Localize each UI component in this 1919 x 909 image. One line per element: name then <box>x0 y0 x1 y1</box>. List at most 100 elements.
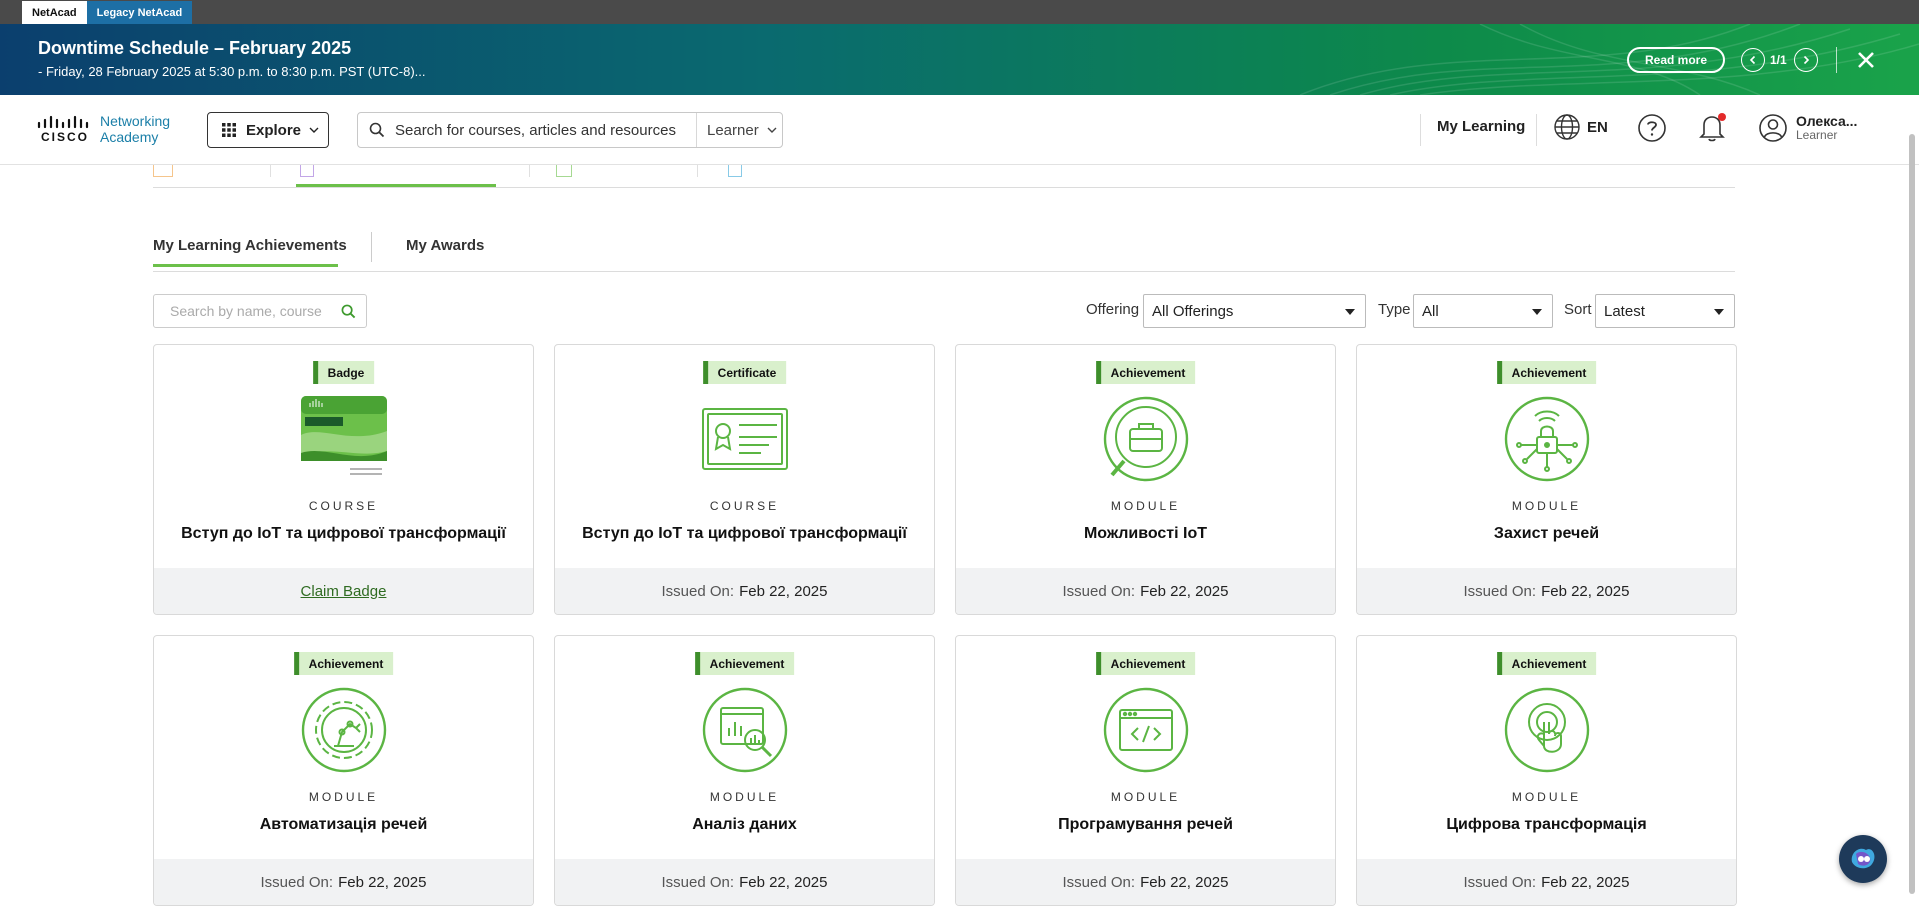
sort-select-value: Latest <box>1604 302 1645 320</box>
type-select[interactable]: All <box>1413 294 1553 328</box>
scrolled-tab-divider <box>529 165 530 177</box>
achievement-card[interactable]: Achievement MODULE Автоматизація речей I… <box>153 635 534 906</box>
caret-down-icon <box>1345 309 1355 315</box>
issued-date: Feb 22, 2025 <box>739 873 828 891</box>
code-window-icon <box>1103 687 1188 773</box>
sort-label: Sort <box>1564 301 1592 318</box>
achievement-card[interactable]: Achievement MODULE Можливості IoT Issued… <box>955 344 1336 615</box>
offering-label: Offering <box>1086 301 1140 318</box>
tab-my-learning-achievements[interactable]: My Learning Achievements <box>153 237 347 267</box>
explore-button[interactable]: Explore <box>207 112 329 148</box>
banner-pager: 1/1 <box>1770 53 1787 67</box>
top-tab-active-indicator <box>296 184 496 187</box>
search-icon[interactable] <box>341 304 356 319</box>
close-banner-button[interactable] <box>1852 46 1880 74</box>
issued-date: Feb 22, 2025 <box>739 582 828 600</box>
scrolled-tab-fragment <box>728 165 742 177</box>
achievement-card[interactable]: Certificate COURSE Вступ до IoT та цифро… <box>554 344 935 615</box>
downtime-banner: Downtime Schedule – February 2025 - Frid… <box>0 24 1919 95</box>
achievement-subtabs: My Learning Achievements My Awards <box>153 232 1735 272</box>
globe-icon <box>1554 114 1580 140</box>
cisco-wordmark: CISCO <box>40 129 89 144</box>
scrolled-tab-divider <box>270 165 271 177</box>
card-footer: Issued On: Feb 22, 2025 <box>1357 568 1736 614</box>
tab-my-awards[interactable]: My Awards <box>406 237 484 254</box>
achievement-card[interactable]: Achievement MODULE Програмування речей I… <box>955 635 1336 906</box>
issued-label: Issued On: <box>1062 873 1136 891</box>
card-title: Вступ до IoT та цифрової трансформації <box>582 525 907 542</box>
card-title: Вступ до IoT та цифрової трансформації <box>181 525 506 542</box>
achievement-card[interactable]: Badge COURSE Вступ до IoT та цифрової тр… <box>153 344 534 615</box>
scrolled-tab-divider <box>697 165 698 177</box>
search-icon <box>369 122 385 138</box>
card-type-tag: Achievement <box>1496 361 1597 384</box>
card-title: Захист речей <box>1493 525 1600 542</box>
achievement-card[interactable]: Achievement MODULE Аналіз даних Issued O… <box>554 635 935 906</box>
chevron-down-icon <box>309 127 319 133</box>
banner-next-button[interactable] <box>1794 48 1818 72</box>
achievement-card[interactable]: Achievement MODULE Захист речей Issued O… <box>1356 344 1737 615</box>
help-button[interactable] <box>1637 113 1667 148</box>
issued-date: Feb 22, 2025 <box>1140 873 1229 891</box>
language-selector[interactable]: EN <box>1553 113 1608 141</box>
sort-select[interactable]: Latest <box>1595 294 1735 328</box>
data-analysis-icon <box>702 687 787 773</box>
role-select[interactable]: Learner <box>696 113 782 147</box>
card-footer: Issued On: Feb 22, 2025 <box>1357 859 1736 905</box>
issued-label: Issued On: <box>661 873 735 891</box>
issued-date: Feb 22, 2025 <box>1541 873 1630 891</box>
banner-prev-button[interactable] <box>1741 48 1765 72</box>
read-more-button[interactable]: Read more <box>1627 47 1725 73</box>
card-footer: Issued On: Feb 22, 2025 <box>956 568 1335 614</box>
notification-dot <box>1718 113 1726 121</box>
claim-badge-link[interactable]: Claim Badge <box>301 583 387 600</box>
caret-down-icon <box>1714 309 1724 315</box>
achievement-search <box>153 294 367 328</box>
card-kind: MODULE <box>308 790 379 804</box>
briefcase-magnifier-icon <box>1103 396 1188 482</box>
user-menu[interactable]: Олекса... Learner <box>1758 113 1857 143</box>
type-label: Type <box>1378 301 1411 318</box>
chevron-down-icon <box>767 127 777 133</box>
cisco-networking-academy-logo[interactable]: CISCO Networking Academy <box>36 113 170 145</box>
card-kind: COURSE <box>709 499 780 513</box>
tab-legacy-netacad[interactable]: Legacy NetAcad <box>86 1 193 24</box>
card-type-tag: Achievement <box>1095 361 1196 384</box>
user-role: Learner <box>1796 128 1838 142</box>
tab-netacad[interactable]: NetAcad <box>22 1 87 24</box>
chevron-left-icon <box>1749 55 1756 65</box>
scrolled-tab-fragment <box>556 165 572 177</box>
card-title: Аналіз даних <box>692 816 797 833</box>
global-search: Learner <box>357 112 783 148</box>
top-tabs-underline <box>153 187 1735 188</box>
card-type-tag: Achievement <box>1095 652 1196 675</box>
scrollbar-thumb[interactable] <box>1909 134 1915 894</box>
scrolled-tab-fragment <box>153 165 173 177</box>
subtab-divider <box>371 232 372 262</box>
lock-network-icon <box>1504 396 1589 482</box>
card-footer: Issued On: Feb 22, 2025 <box>555 859 934 905</box>
page-scrollbar[interactable] <box>1908 124 1916 909</box>
notifications-button[interactable] <box>1697 111 1727 148</box>
card-title: Програмування речей <box>1058 816 1233 833</box>
caret-down-icon <box>1532 309 1542 315</box>
explore-label: Explore <box>246 121 302 139</box>
achievement-card[interactable]: Achievement MODULE Цифрова трансформація… <box>1356 635 1737 906</box>
offering-select[interactable]: All Offerings <box>1143 294 1366 328</box>
issued-label: Issued On: <box>1062 582 1136 600</box>
chat-assistant-icon <box>1851 848 1875 869</box>
role-select-value: Learner <box>707 121 759 139</box>
assistant-chat-button[interactable] <box>1839 835 1887 883</box>
user-name: Олекса... <box>1796 113 1858 129</box>
global-search-input[interactable] <box>395 121 695 139</box>
achievement-search-input[interactable] <box>170 303 330 319</box>
my-learning-link[interactable]: My Learning <box>1437 118 1525 135</box>
cisco-bridge-icon <box>37 115 89 128</box>
card-title: Автоматизація речей <box>259 816 428 833</box>
environment-switcher: NetAcad Legacy NetAcad <box>0 0 1919 24</box>
chevron-right-icon <box>1803 55 1810 65</box>
card-kind: MODULE <box>1511 790 1582 804</box>
iot-badge-image <box>300 396 387 482</box>
offering-select-value: All Offerings <box>1152 302 1234 320</box>
card-kind: MODULE <box>709 790 780 804</box>
